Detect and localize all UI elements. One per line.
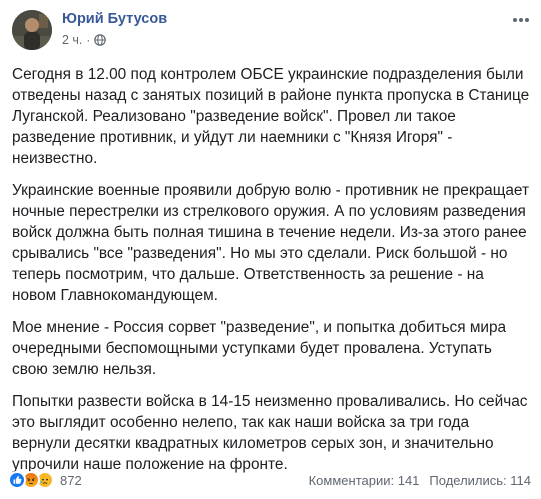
meta-separator: · [86,33,91,47]
post-meta: 2 ч. · [62,32,107,48]
reactions-summary[interactable]: 872 [8,471,82,489]
like-icon [8,471,26,489]
globe-icon[interactable] [94,34,107,46]
post-body: Сегодня в 12.00 под контролем ОБСЕ украи… [12,64,530,486]
more-horizontal-icon[interactable] [513,12,529,28]
author-name[interactable]: Юрий Бутусов [62,11,167,27]
shares-count-link[interactable]: Поделились: 114 [429,473,531,488]
facebook-post: Юрий Бутусов 2 ч. · Сегодня в 12.00 под … [0,0,541,499]
post-paragraph: Украинские военные проявили добрую волю … [12,182,530,304]
engagement-stats: Комментарии: 141 Поделились: 114 [309,473,531,488]
post-footer: 872 Комментарии: 141 Поделились: 114 [8,469,531,491]
post-paragraph: Попытки развести войска в 14-15 неизменн… [12,393,528,473]
author-avatar[interactable] [12,10,52,50]
reaction-count: 872 [60,472,82,488]
comments-count-link[interactable]: Комментарии: 141 [309,473,420,488]
post-paragraph: Мое мнение - Россия сорвет "разведение",… [12,319,507,378]
post-paragraph: Сегодня в 12.00 под контролем ОБСЕ украи… [12,66,530,167]
post-timestamp[interactable]: 2 ч. [62,33,82,47]
